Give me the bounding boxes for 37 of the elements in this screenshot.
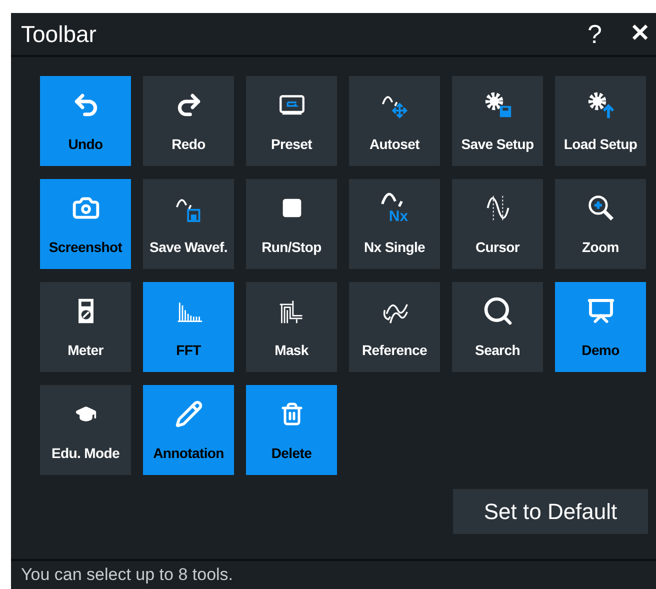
tool-tile[interactable]: Edu. Mode bbox=[40, 385, 131, 475]
presentation-icon bbox=[586, 297, 614, 325]
tool-tile[interactable]: Nx Nx Single bbox=[349, 179, 440, 269]
tool-tile[interactable]: Meter bbox=[40, 282, 131, 372]
stop-square-icon bbox=[280, 197, 302, 219]
set-to-default-button[interactable]: Set to Default bbox=[453, 489, 648, 534]
tool-tile[interactable]: Mask bbox=[246, 282, 337, 372]
tool-tile[interactable]: Redo bbox=[143, 76, 234, 166]
tool-tile[interactable]: Delete bbox=[246, 385, 337, 475]
close-button[interactable]: ✕ bbox=[626, 16, 654, 52]
gear-upload-icon bbox=[586, 91, 614, 119]
zoom-in-icon bbox=[586, 194, 614, 222]
tool-tile[interactable]: Save Setup bbox=[452, 76, 543, 166]
help-button[interactable]: ? bbox=[580, 14, 610, 54]
tool-tile[interactable]: Zoom bbox=[555, 179, 646, 269]
tool-tile[interactable]: FFT bbox=[143, 282, 234, 372]
tool-tile[interactable]: Autoset bbox=[349, 76, 440, 166]
gear-save-icon bbox=[484, 91, 512, 119]
tool-tile[interactable]: Annotation bbox=[143, 385, 234, 475]
camera-icon bbox=[72, 194, 100, 222]
tool-tile[interactable]: Save Wavef. bbox=[143, 179, 234, 269]
tool-tile[interactable]: Preset bbox=[246, 76, 337, 166]
search-icon bbox=[482, 295, 514, 327]
tool-tile[interactable]: Load Setup bbox=[555, 76, 646, 166]
tool-tile[interactable]: Demo bbox=[555, 282, 646, 372]
window-title: Toolbar bbox=[21, 20, 98, 49]
pencil-icon bbox=[174, 400, 202, 428]
tool-tile[interactable]: Reference bbox=[349, 282, 440, 372]
trash-icon bbox=[280, 402, 304, 426]
tool-tile[interactable]: Cursor bbox=[452, 179, 543, 269]
status-message: You can select up to 8 tools. bbox=[21, 564, 234, 586]
tool-tile[interactable]: Search bbox=[452, 282, 543, 372]
tool-tile[interactable]: Run/Stop bbox=[246, 179, 337, 269]
tool-tile[interactable]: Undo bbox=[40, 76, 131, 166]
sine-wave-icon bbox=[380, 192, 402, 208]
multiplier-label: Nx bbox=[388, 209, 408, 224]
tool-tile[interactable]: Screenshot bbox=[40, 179, 131, 269]
